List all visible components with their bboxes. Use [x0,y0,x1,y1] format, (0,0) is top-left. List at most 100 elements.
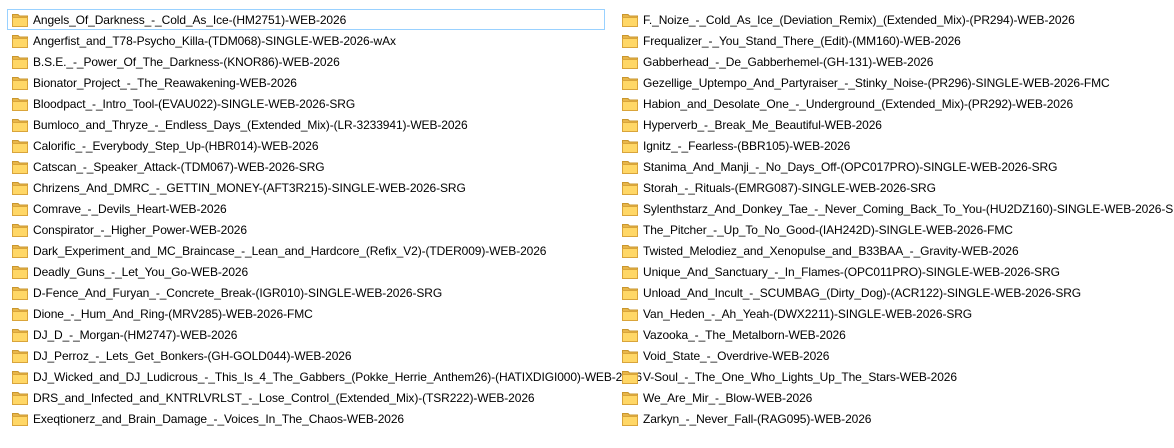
folder-item[interactable]: Ignitz_-_Fearless-(BBR105)-WEB-2026 [617,135,1169,156]
folder-name-label: Deadly_Guns_-_Let_You_Go-WEB-2026 [33,264,249,279]
folder-item[interactable]: Void_State_-_Overdrive-WEB-2026 [617,345,1169,366]
folder-name-label: Zarkyn_-_Never_Fall-(RAG095)-WEB-2026 [643,411,872,426]
folder-name-label: B.S.E._-_Power_Of_The_Darkness-(KNOR86)-… [33,54,340,69]
folder-icon [622,13,638,27]
folder-icon [622,139,638,153]
folder-name-label: V-Soul_-_The_One_Who_Lights_Up_The_Stars… [643,369,957,384]
folder-name-label: DJ_D_-_Morgan-(HM2747)-WEB-2026 [33,327,238,342]
folder-item[interactable]: Catscan_-_Speaker_Attack-(TDM067)-WEB-20… [7,156,605,177]
folder-name-label: Catscan_-_Speaker_Attack-(TDM067)-WEB-20… [33,159,325,174]
folder-name-label: Calorific_-_Everybody_Step_Up-(HBR014)-W… [33,138,319,153]
folder-item[interactable]: Habion_and_Desolate_One_-_Underground_(E… [617,93,1169,114]
folder-item[interactable]: Chrizens_And_DMRC_-_GETTIN_MONEY-(AFT3R2… [7,177,605,198]
folder-name-label: Habion_and_Desolate_One_-_Underground_(E… [643,96,1074,111]
folder-icon [12,55,28,69]
folder-icon [12,370,28,384]
folder-item[interactable]: Sylenthstarz_And_Donkey_Tae_-_Never_Comi… [617,198,1174,219]
folder-name-label: Conspirator_-_Higher_Power-WEB-2026 [33,222,247,237]
folder-icon [12,76,28,90]
folder-name-label: Bionator_Project_-_The_Reawakening-WEB-2… [33,75,297,90]
folder-name-label: Angels_Of_Darkness_-_Cold_As_Ice-(HM2751… [33,12,347,27]
folder-icon [12,13,28,27]
folder-icon [622,97,638,111]
folder-item[interactable]: F._Noize_-_Cold_As_Ice_(Deviation_Remix)… [617,9,1169,30]
folder-name-label: F._Noize_-_Cold_As_Ice_(Deviation_Remix)… [643,12,1075,27]
folder-item[interactable]: Bloodpact_-_Intro_Tool-(EVAU022)-SINGLE-… [7,93,605,114]
folder-icon [622,370,638,384]
folder-item[interactable]: Hyperverb_-_Break_Me_Beautiful-WEB-2026 [617,114,1169,135]
folder-column-2: F._Noize_-_Cold_As_Ice_(Deviation_Remix)… [617,9,1174,429]
folder-icon [622,160,638,174]
folder-item[interactable]: D-Fence_And_Furyan_-_Concrete_Break-(IGR… [7,282,605,303]
folder-item[interactable]: Twisted_Melodiez_and_Xenopulse_and_B33BA… [617,240,1169,261]
folder-item[interactable]: Angels_Of_Darkness_-_Cold_As_Ice-(HM2751… [7,9,605,30]
folder-icon [12,307,28,321]
folder-item[interactable]: Stanima_And_Manji_-_No_Days_Off-(OPC017P… [617,156,1169,177]
folder-name-label: Exeqtionerz_and_Brain_Damage_-_Voices_In… [33,411,404,426]
folder-icon [622,118,638,132]
folder-item[interactable]: Gezellige_Uptempo_And_Partyraiser_-_Stin… [617,72,1169,93]
folder-icon [622,265,638,279]
folder-item[interactable]: Vazooka_-_The_Metalborn-WEB-2026 [617,324,1169,345]
folder-item[interactable]: DJ_Wicked_and_DJ_Ludicrous_-_This_Is_4_T… [7,366,642,387]
folder-item[interactable]: The_Pitcher_-_Up_To_No_Good-(IAH242D)-SI… [617,219,1169,240]
folder-item[interactable]: Storah_-_Rituals-(EMRG087)-SINGLE-WEB-20… [617,177,1169,198]
folder-name-label: Dark_Experiment_and_MC_Braincase_-_Lean_… [33,243,547,258]
folder-name-label: Comrave_-_Devils_Heart-WEB-2026 [33,201,227,216]
folder-name-label: DRS_and_Infected_and_KNTRLVRLST_-_Lose_C… [33,390,535,405]
folder-item[interactable]: Calorific_-_Everybody_Step_Up-(HBR014)-W… [7,135,605,156]
folder-item[interactable]: Dark_Experiment_and_MC_Braincase_-_Lean_… [7,240,605,261]
folder-icon [12,160,28,174]
folder-name-label: Void_State_-_Overdrive-WEB-2026 [643,348,830,363]
folder-icon [622,76,638,90]
folder-item[interactable]: DJ_Perroz_-_Lets_Get_Bonkers-(GH-GOLD044… [7,345,605,366]
folder-item[interactable]: V-Soul_-_The_One_Who_Lights_Up_The_Stars… [617,366,1169,387]
folder-icon [622,307,638,321]
folder-icon [622,349,638,363]
folder-icon [12,181,28,195]
folder-item[interactable]: Unique_And_Sanctuary_-_In_Flames-(OPC011… [617,261,1169,282]
folder-item[interactable]: Gabberhead_-_De_Gabberhemel-(GH-131)-WEB… [617,51,1169,72]
folder-item[interactable]: Angerfist_and_T78-Psycho_Killa-(TDM068)-… [7,30,605,51]
folder-item[interactable]: Dione_-_Hum_And_Ring-(MRV285)-WEB-2026-F… [7,303,605,324]
folder-icon [622,328,638,342]
folder-icon [622,181,638,195]
folder-name-label: Unload_And_Incult_-_SCUMBAG_(Dirty_Dog)-… [643,285,1082,300]
folder-item[interactable]: Exeqtionerz_and_Brain_Damage_-_Voices_In… [7,408,605,429]
folder-item[interactable]: Zarkyn_-_Never_Fall-(RAG095)-WEB-2026 [617,408,1169,429]
folder-name-label: Hyperverb_-_Break_Me_Beautiful-WEB-2026 [643,117,882,132]
folder-icon [12,328,28,342]
folder-list-view: Angels_Of_Darkness_-_Cold_As_Ice-(HM2751… [0,0,1174,448]
folder-icon [622,244,638,258]
folder-item[interactable]: We_Are_Mir_-_Blow-WEB-2026 [617,387,1169,408]
folder-column-1: Angels_Of_Darkness_-_Cold_As_Ice-(HM2751… [7,9,642,429]
folder-icon [622,412,638,426]
folder-icon [12,412,28,426]
folder-name-label: Gabberhead_-_De_Gabberhemel-(GH-131)-WEB… [643,54,934,69]
folder-icon [12,139,28,153]
folder-item[interactable]: Conspirator_-_Higher_Power-WEB-2026 [7,219,605,240]
folder-icon [12,34,28,48]
folder-name-label: Gezellige_Uptempo_And_Partyraiser_-_Stin… [643,75,1110,90]
folder-icon [622,223,638,237]
folder-icon [12,265,28,279]
folder-name-label: Frequalizer_-_You_Stand_There_(Edit)-(MM… [643,33,961,48]
folder-item[interactable]: Van_Heden_-_Ah_Yeah-(DWX2211)-SINGLE-WEB… [617,303,1169,324]
folder-name-label: Unique_And_Sanctuary_-_In_Flames-(OPC011… [643,264,1060,279]
folder-name-label: The_Pitcher_-_Up_To_No_Good-(IAH242D)-SI… [643,222,1013,237]
folder-name-label: D-Fence_And_Furyan_-_Concrete_Break-(IGR… [33,285,443,300]
folder-icon [622,286,638,300]
folder-item[interactable]: DRS_and_Infected_and_KNTRLVRLST_-_Lose_C… [7,387,605,408]
folder-item[interactable]: Frequalizer_-_You_Stand_There_(Edit)-(MM… [617,30,1169,51]
folder-item[interactable]: B.S.E._-_Power_Of_The_Darkness-(KNOR86)-… [7,51,605,72]
folder-name-label: Chrizens_And_DMRC_-_GETTIN_MONEY-(AFT3R2… [33,180,466,195]
folder-item[interactable]: Comrave_-_Devils_Heart-WEB-2026 [7,198,605,219]
folder-icon [622,55,638,69]
folder-icon [12,244,28,258]
folder-item[interactable]: DJ_D_-_Morgan-(HM2747)-WEB-2026 [7,324,605,345]
folder-item[interactable]: Bumloco_and_Thryze_-_Endless_Days_(Exten… [7,114,605,135]
folder-icon [12,349,28,363]
folder-item[interactable]: Unload_And_Incult_-_SCUMBAG_(Dirty_Dog)-… [617,282,1169,303]
folder-item[interactable]: Deadly_Guns_-_Let_You_Go-WEB-2026 [7,261,605,282]
folder-item[interactable]: Bionator_Project_-_The_Reawakening-WEB-2… [7,72,605,93]
